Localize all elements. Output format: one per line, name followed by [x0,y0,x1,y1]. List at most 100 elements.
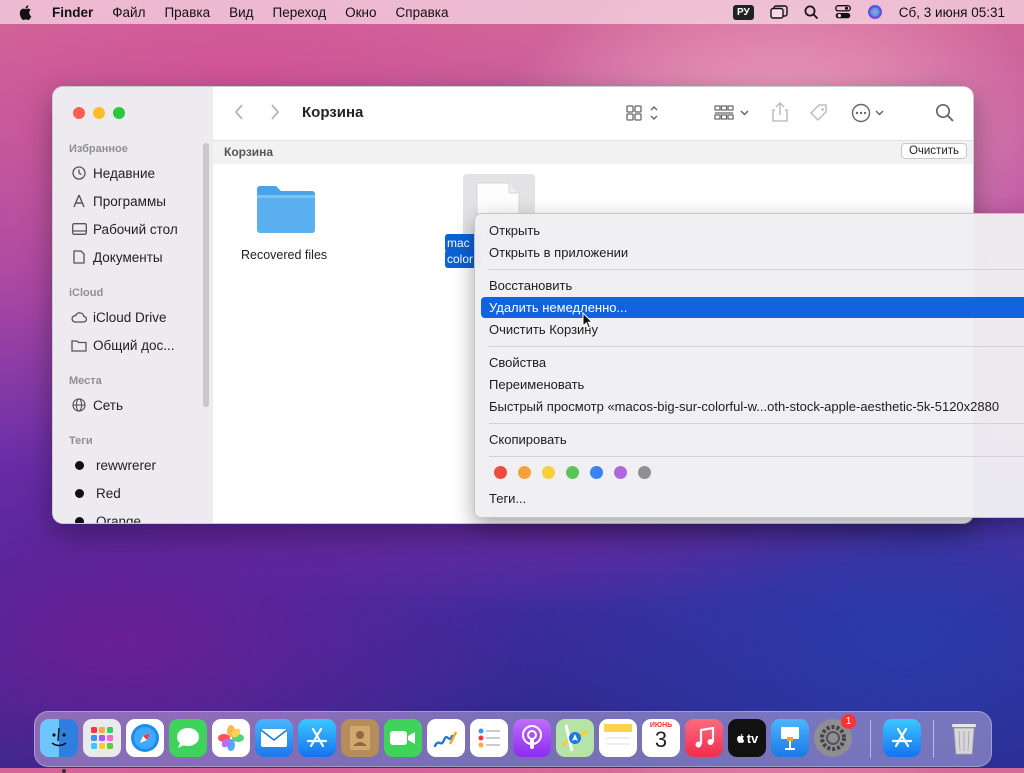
menu-item-empty-trash[interactable]: Очистить Корзину [481,319,1024,340]
tag-color-gray[interactable] [638,466,651,479]
menu-separator [489,456,1024,457]
menu-item-quick-look[interactable]: Быстрый просмотр «macos-big-sur-colorful… [481,396,1024,417]
sidebar-item-label: Red [96,485,121,501]
tag-color-yellow[interactable] [542,466,555,479]
menu-item-delete-immediately[interactable]: Удалить немедленно... [481,297,1024,318]
dock-contacts-icon[interactable] [341,719,379,757]
document-icon [71,249,87,265]
more-actions-icon[interactable] [851,103,887,128]
menu-file[interactable]: Файл [112,5,145,20]
dock-photos-icon[interactable] [212,719,250,757]
sidebar-item-label: Общий дос... [93,337,175,353]
sidebar-tag-orange[interactable]: Orange [71,509,201,523]
menu-view[interactable]: Вид [229,5,253,20]
sidebar-tag-rewwrerer[interactable]: rewwrerer [71,453,201,477]
sidebar-item-icloud-drive[interactable]: iCloud Drive [71,305,201,329]
menu-edit[interactable]: Правка [164,5,210,20]
tag-color-orange[interactable] [518,466,531,479]
dock-system-settings-icon[interactable]: 1 [814,714,856,757]
tag-icon[interactable] [809,103,829,128]
menu-help[interactable]: Справка [396,5,449,20]
forward-button[interactable] [269,103,281,126]
menu-item-rename[interactable]: Переименовать [481,374,1024,395]
notification-badge: 1 [841,714,856,729]
apple-logo-icon[interactable] [18,4,34,20]
menu-window[interactable]: Окно [345,5,376,20]
menu-item-tags[interactable]: Теги... [481,488,1024,509]
zoom-button[interactable] [113,107,125,119]
dock-app-store-icon[interactable] [298,719,336,757]
sidebar-item-network[interactable]: Сеть [71,393,201,417]
cloud-icon [71,309,87,325]
sidebar-item-label: Недавние [93,165,156,181]
menu-item-open[interactable]: Открыть [481,220,1024,241]
sidebar-item-shared[interactable]: Общий дос... [71,333,201,357]
dock-mail-icon[interactable] [255,719,293,757]
dock-divider [870,720,871,758]
shared-folder-icon [71,337,87,353]
close-button[interactable] [73,107,85,119]
minimize-button[interactable] [93,107,105,119]
dock-music-icon[interactable] [685,719,723,757]
dock-messages-icon[interactable] [169,719,207,757]
menu-item-copy[interactable]: Скопировать [481,429,1024,450]
dock-launchpad-icon[interactable] [83,719,121,757]
back-button[interactable] [233,103,245,126]
context-menu: Открыть Открыть в приложении Восстановит… [474,213,1024,518]
sidebar-tag-red[interactable]: Red [71,481,201,505]
dock-trash-icon[interactable] [945,719,983,757]
sidebar-item-label: Сеть [93,397,124,413]
tag-color-purple[interactable] [614,466,627,479]
path-title: Корзина [224,145,274,159]
empty-trash-button[interactable]: Очистить [900,143,967,159]
tag-dot-icon [75,488,84,498]
window-controls [73,107,133,119]
siri-icon[interactable] [867,4,883,20]
group-button[interactable] [714,104,752,127]
view-grid-button[interactable] [626,104,662,127]
toolbar: Корзина [213,87,973,139]
dock-safari-icon[interactable] [126,719,164,757]
dock-apple-tv-icon[interactable]: tv [728,719,766,757]
control-center-icon[interactable] [834,5,851,19]
dock-calendar-icon[interactable]: ИЮНЬ 3 [642,719,680,757]
dock-reminders-icon[interactable] [470,719,508,757]
sidebar-item-documents[interactable]: Документы [71,245,201,269]
dock-facetime-icon[interactable] [384,719,422,757]
dock-maps-icon[interactable] [556,719,594,757]
sidebar-item-recents[interactable]: Недавние [71,161,201,185]
menu-app-name[interactable]: Finder [52,5,93,20]
sidebar-scrollbar[interactable] [203,143,209,407]
dock-finder-icon[interactable] [40,719,78,773]
tag-dot-icon [75,460,84,470]
input-source-icon[interactable]: РУ [733,4,754,20]
file-item-folder[interactable]: Recovered files [213,164,363,274]
share-icon[interactable] [771,101,789,127]
sidebar-item-applications[interactable]: Программы [71,189,201,213]
dock-app-store-download-icon[interactable] [883,719,921,757]
menu-clock[interactable]: Сб, 3 июня 05:31 [899,5,1005,20]
menu-item-restore[interactable]: Восстановить [481,275,1024,296]
tag-color-picker [494,466,662,479]
menu-separator [489,423,1024,424]
menu-separator [489,269,1024,270]
path-bar: Корзина Очистить [213,140,973,165]
sidebar-header-locations: Места [69,375,102,387]
tag-color-blue[interactable] [590,466,603,479]
dock-freeform-icon[interactable] [427,719,465,757]
dock-notes-icon[interactable] [599,719,637,757]
menu-item-get-info[interactable]: Свойства [481,352,1024,373]
stage-manager-icon[interactable] [770,5,788,19]
tag-color-red[interactable] [494,466,507,479]
spotlight-search-icon[interactable] [804,5,819,20]
tag-color-green[interactable] [566,466,579,479]
search-icon[interactable] [935,103,955,128]
sidebar: Избранное Недавние Программы Рабочий сто… [53,87,214,523]
dock-podcasts-icon[interactable] [513,719,551,757]
dock-keynote-icon[interactable] [771,719,809,757]
sidebar-item-desktop[interactable]: Рабочий стол [71,217,201,241]
menu-go[interactable]: Переход [273,5,327,20]
menu-item-open-with[interactable]: Открыть в приложении [481,242,1024,263]
sidebar-item-label: iCloud Drive [93,309,167,325]
sidebar-item-label: Документы [93,249,163,265]
